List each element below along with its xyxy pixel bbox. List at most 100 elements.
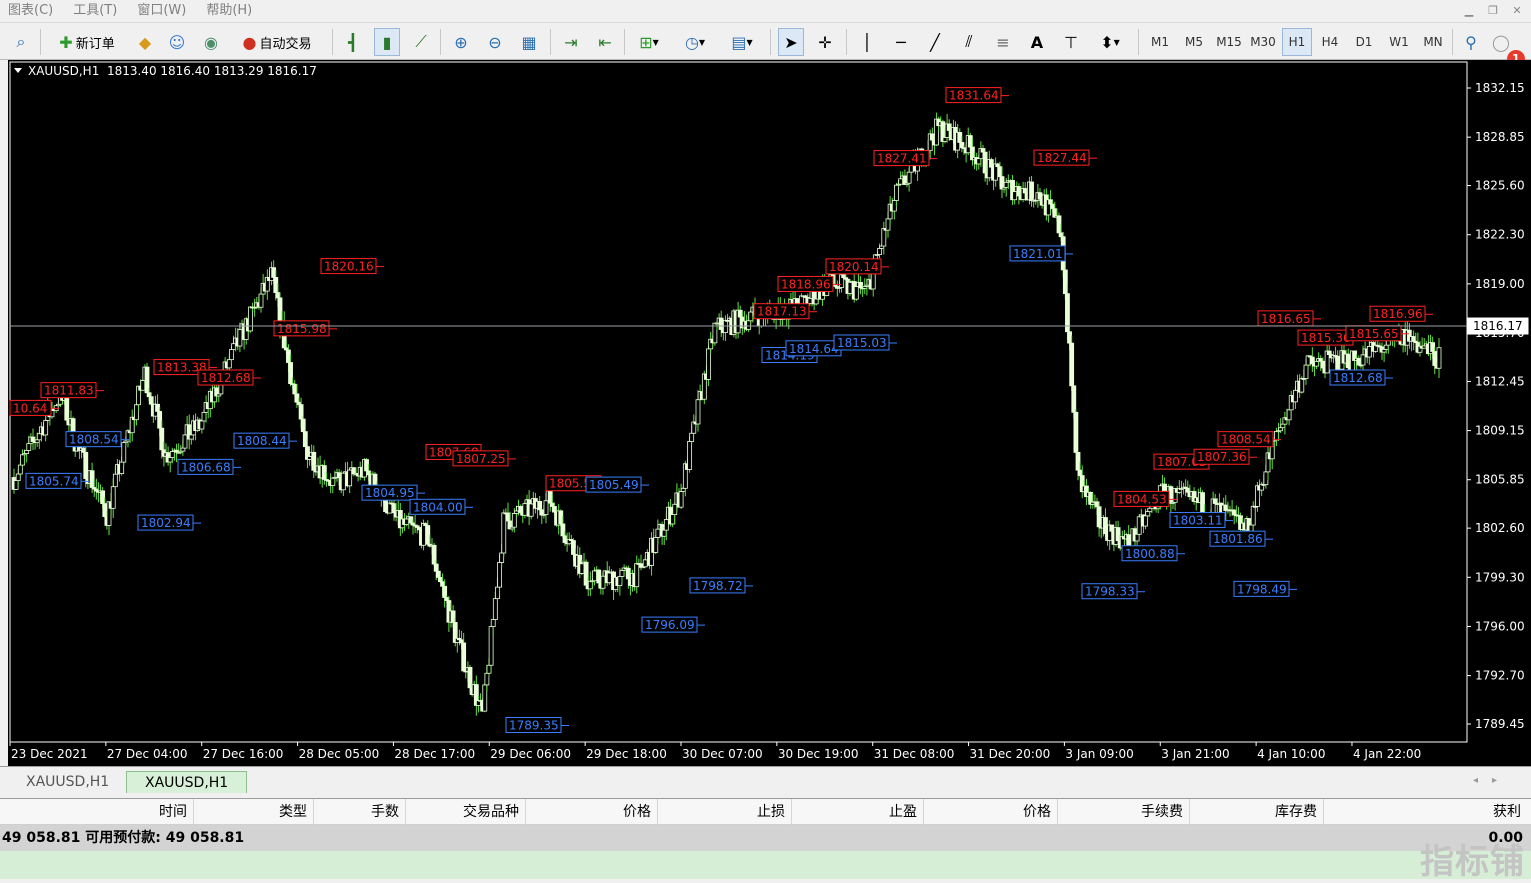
menu-chart[interactable]: 图表(C) (0, 0, 65, 22)
candle-body (89, 470, 95, 488)
chart-properties-button[interactable]: ⌕ (8, 28, 34, 56)
new-order-label: 新订单 (75, 36, 115, 52)
timeframe-h1[interactable]: H1 (1282, 28, 1312, 56)
candle-body (64, 396, 70, 421)
restore-icon[interactable]: ❐ (1483, 2, 1503, 20)
bar-chart-button[interactable]: ┫ (340, 28, 366, 56)
account-button[interactable]: ☺ (164, 28, 190, 56)
y-axis-label: 1796.00 (1475, 619, 1525, 633)
timeframe-mn[interactable]: MN (1418, 28, 1448, 56)
candle-body (148, 396, 154, 405)
timeframe-d1[interactable]: D1 (1350, 28, 1378, 56)
candle-body (642, 559, 648, 568)
metaeditor-button[interactable]: ◆ (132, 28, 158, 56)
candle-body (121, 442, 127, 463)
candle-body (858, 281, 863, 289)
candle-body (989, 159, 994, 168)
terminal-header: 时间 类型 手数 交易品种 价格 止损 止盈 价格 手续费 库存费 获利 (0, 799, 1531, 825)
candle-body (20, 454, 25, 466)
low-label: 1789.35 (509, 718, 559, 732)
tab-scroll-arrows[interactable]: ◂▸ (1473, 775, 1511, 786)
minimize-icon[interactable]: ▁ (1459, 2, 1479, 20)
timeframe-h4[interactable]: H4 (1316, 28, 1344, 56)
candle-body (898, 178, 904, 185)
column-current-price[interactable]: 价格 (924, 799, 1058, 825)
autoscroll-button[interactable]: ⇥ (558, 28, 584, 56)
text-label-button[interactable]: ⊤ (1058, 28, 1084, 56)
y-axis-label: 1828.85 (1475, 130, 1525, 144)
toolbar-separator (624, 29, 625, 55)
horizontal-line-button[interactable]: ─ (888, 28, 914, 56)
column-profit[interactable]: 获利 (1324, 799, 1527, 825)
low-label: 1798.72 (693, 579, 743, 593)
column-swap[interactable]: 库存费 (1190, 799, 1324, 825)
column-volume[interactable]: 手数 (314, 799, 406, 825)
signals-button[interactable]: ◉ (198, 28, 224, 56)
candlestick-chart-button[interactable]: ▮ (374, 28, 400, 56)
candle-body (1077, 469, 1083, 476)
chart-menu-arrow-icon[interactable] (14, 68, 22, 73)
templates-button[interactable]: ▤ ▼ (722, 28, 762, 56)
arrows-icon: ⬍ (1100, 32, 1114, 52)
crosshair-tool-button[interactable]: ✛ (812, 28, 838, 56)
candle-body (486, 664, 492, 674)
search-button[interactable]: ⚲ (1458, 28, 1484, 56)
timeframe-m1[interactable]: M1 (1146, 28, 1174, 56)
column-commission[interactable]: 手续费 (1058, 799, 1190, 825)
column-time[interactable]: 时间 (0, 799, 194, 825)
candle-body (26, 443, 32, 451)
tile-windows-button[interactable]: ▦ (516, 28, 542, 56)
candle-body (15, 473, 21, 482)
low-label: 1808.44 (237, 434, 287, 448)
extremum-labels: 10.641811.831813.381812.681815.981820.16… (9, 87, 1433, 733)
low-label: 1801.86 (1213, 532, 1263, 546)
toolbar: ⌕ ✚ 新订单 ◆ ☺ ◉ ● 自动交易 ┫ ▮ ⟋ ⊕ ⊖ ▦ ⇥ ⇤ ⊞ ▼ … (0, 22, 1531, 68)
low-label: 1805.74 (29, 474, 79, 488)
candle-body (298, 404, 304, 420)
column-symbol[interactable]: 交易品种 (406, 799, 526, 825)
column-type[interactable]: 类型 (194, 799, 314, 825)
timeframe-m5[interactable]: M5 (1180, 28, 1208, 56)
zoom-in-button[interactable]: ⊕ (448, 28, 474, 56)
chart-shift-button[interactable]: ⇤ (592, 28, 618, 56)
trendline-button[interactable]: ╱ (922, 28, 948, 56)
zoom-out-button[interactable]: ⊖ (482, 28, 508, 56)
tab-xauusd-h1-active[interactable]: XAUUSD,H1 (126, 771, 248, 793)
tab-xauusd-h1-first[interactable]: XAUUSD,H1 (8, 771, 127, 793)
candle-body (547, 490, 553, 504)
column-stop-loss[interactable]: 止损 (658, 799, 792, 825)
timeframe-m30[interactable]: M30 (1248, 28, 1278, 56)
column-price[interactable]: 价格 (526, 799, 658, 825)
candle-body (625, 567, 631, 580)
fibonacci-button[interactable]: ≡ (990, 28, 1016, 56)
line-chart-button[interactable]: ⟋ (408, 28, 434, 56)
timeframe-m15[interactable]: M15 (1214, 28, 1244, 56)
candle-body (112, 473, 118, 488)
chart-window[interactable]: 1832.15 1828.85 1825.60 1822.30 1819.00 1815.… (8, 60, 1531, 766)
candle-body (718, 317, 724, 330)
menu-help[interactable]: 帮助(H) (198, 0, 264, 22)
candle-body (13, 480, 19, 490)
indicators-button[interactable]: ⊞ ▼ (632, 28, 666, 56)
menu-window[interactable]: 窗口(W) (129, 0, 198, 22)
price-chart[interactable]: 1832.15 1828.85 1825.60 1822.30 1819.00 1815.… (8, 60, 1531, 766)
cursor-tool-button[interactable]: ➤ (778, 28, 804, 56)
candle-body (967, 135, 973, 148)
text-tool-button[interactable]: A (1024, 28, 1050, 56)
candle-body (231, 343, 236, 350)
new-order-button[interactable]: ✚ 新订单 (48, 28, 126, 56)
timeframe-w1[interactable]: W1 (1384, 28, 1414, 56)
autoscroll-icon: ⇥ (564, 32, 578, 52)
menu-tools[interactable]: 工具(T) (65, 0, 129, 22)
candle-body (1309, 356, 1315, 365)
arrows-button[interactable]: ⬍ ▼ (1092, 28, 1128, 56)
balance-text: 49 058.81 可用预付款: 49 058.81 (2, 830, 245, 846)
candle-body (273, 277, 279, 293)
vertical-line-button[interactable]: │ (854, 28, 880, 56)
equidistant-channel-button[interactable]: ⫽ (956, 28, 982, 56)
candle-body (877, 248, 882, 255)
close-icon[interactable]: ✕ (1507, 2, 1527, 20)
column-take-profit[interactable]: 止盈 (792, 799, 924, 825)
auto-trading-button[interactable]: ● 自动交易 (230, 28, 324, 56)
periods-button[interactable]: ◷ ▼ (676, 28, 714, 56)
